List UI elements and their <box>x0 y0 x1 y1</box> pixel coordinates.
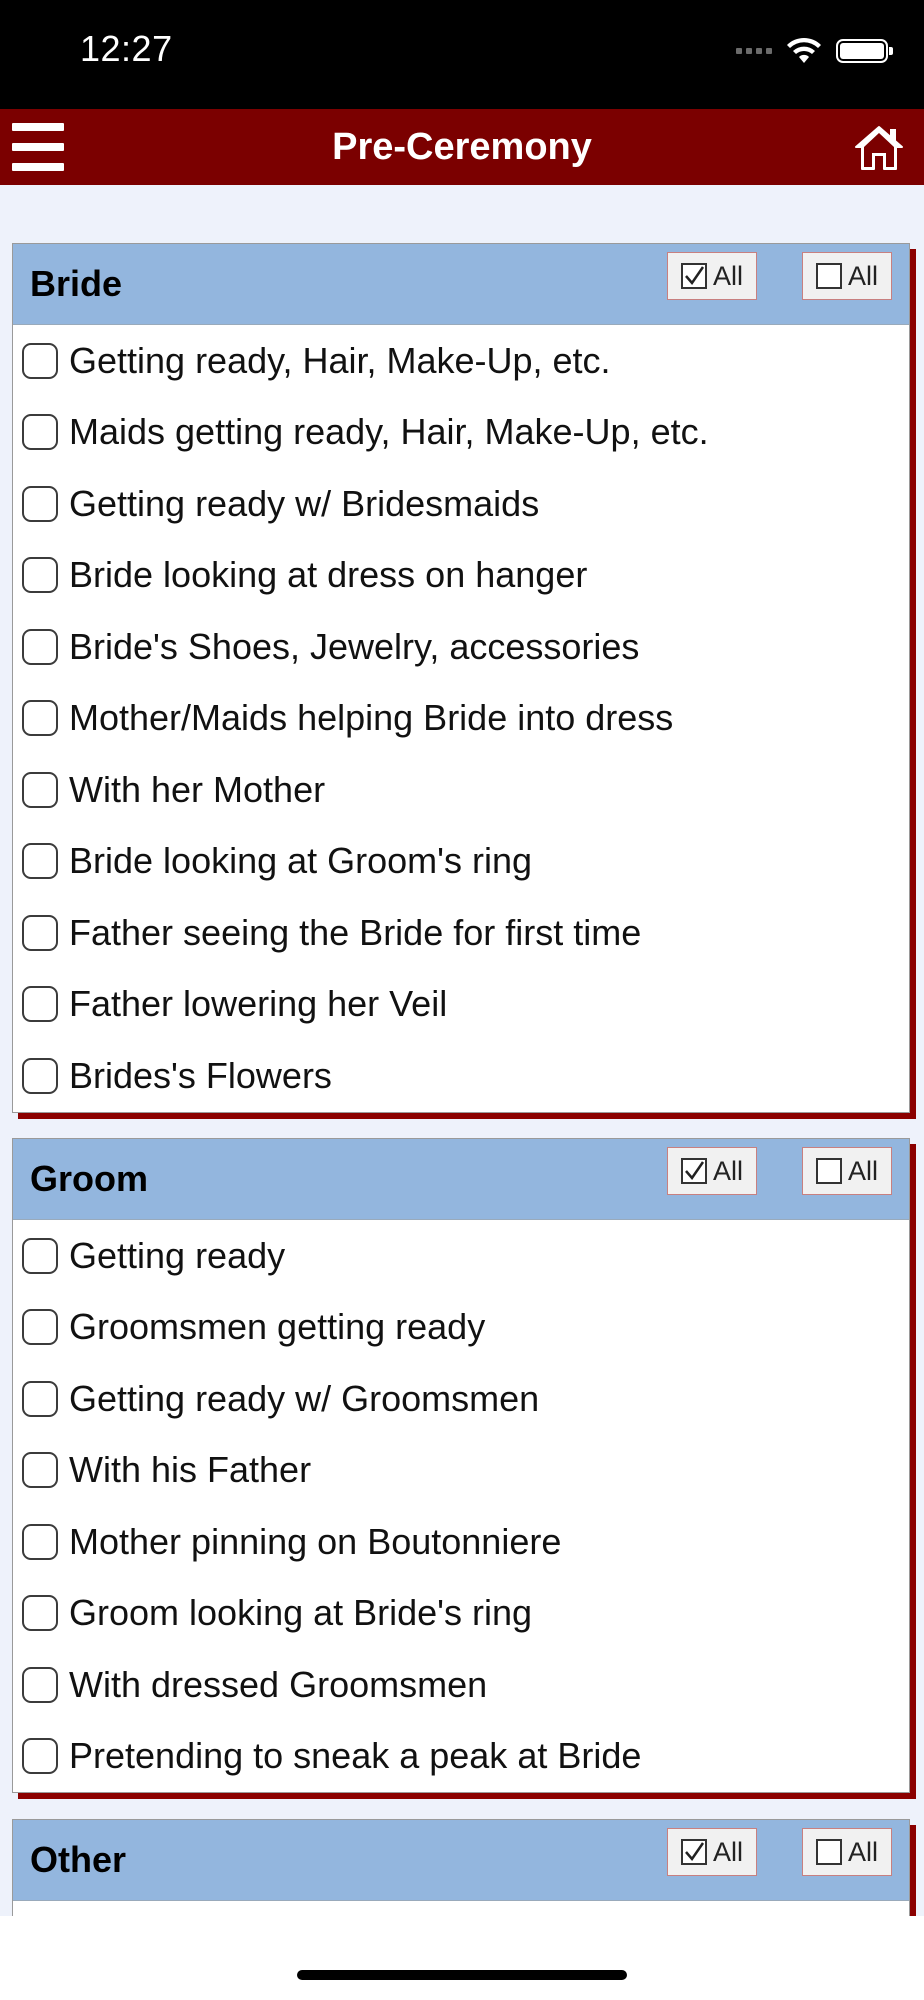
checkbox[interactable] <box>22 342 58 379</box>
item-label: Maids getting ready, Hair, Make-Up, etc. <box>69 411 709 453</box>
item-label: Bride's Shoes, Jewelry, accessories <box>69 625 640 667</box>
home-icon[interactable] <box>852 123 906 173</box>
checked-box-icon <box>680 263 707 289</box>
section-other: Other All All <box>12 1819 910 1916</box>
list-item[interactable]: With her Mother <box>13 754 909 826</box>
checkbox[interactable] <box>22 1380 58 1417</box>
checkbox[interactable] <box>22 485 58 522</box>
status-time: 12:27 <box>80 28 173 69</box>
checklist: Getting ready Groomsmen getting ready Ge… <box>13 1220 909 1792</box>
item-label: Bride looking at Groom's ring <box>69 840 533 882</box>
list-item[interactable]: Maids getting ready, Hair, Make-Up, etc. <box>13 397 909 469</box>
checkbox[interactable] <box>22 1452 58 1489</box>
list-item[interactable]: Getting ready w/ Groomsmen <box>13 1363 909 1435</box>
item-label: With her Mother <box>69 768 326 810</box>
list-item[interactable]: With his Father <box>13 1435 909 1507</box>
nav-bar: Pre-Ceremony <box>0 109 924 185</box>
checkbox[interactable] <box>22 1738 58 1775</box>
checked-box-icon <box>680 1839 707 1865</box>
cellular-signal-icon <box>736 48 772 54</box>
section-title: Other <box>30 1839 127 1880</box>
checkbox[interactable] <box>22 700 58 737</box>
list-item[interactable]: Pretending to sneak a peak at Bride <box>13 1721 909 1793</box>
checkbox[interactable] <box>22 1309 58 1346</box>
uncheck-all-button[interactable]: All <box>802 1147 892 1195</box>
list-item[interactable]: Bride looking at dress on hanger <box>13 540 909 612</box>
item-label: With his Father <box>69 1449 312 1491</box>
home-indicator[interactable] <box>297 1970 627 1980</box>
checkbox[interactable] <box>22 1666 58 1703</box>
list-item[interactable]: Father lowering her Veil <box>13 969 909 1041</box>
checked-box-icon <box>680 1158 707 1184</box>
item-label: Getting ready <box>69 1234 286 1276</box>
item-label: With dressed Groomsmen <box>69 1663 488 1705</box>
list-item[interactable]: Getting ready <box>13 1220 909 1292</box>
item-label: Groom looking at Bride's ring <box>69 1592 533 1634</box>
section-header: Other All All <box>13 1820 909 1901</box>
list-item[interactable]: Groomsmen getting ready <box>13 1292 909 1364</box>
status-bar: 12:27 <box>0 0 924 109</box>
list-item[interactable]: Bride's Shoes, Jewelry, accessories <box>13 611 909 683</box>
status-icons <box>736 34 893 68</box>
list-item[interactable]: Mother pinning on Boutonniere <box>13 1506 909 1578</box>
checklist-content[interactable]: Bride All All Getting ready, Hair, Make-… <box>0 185 924 1916</box>
checkbox[interactable] <box>22 414 58 451</box>
item-label: Bride looking at dress on hanger <box>69 554 588 596</box>
checkbox[interactable] <box>22 1057 58 1094</box>
checklist: Getting ready, Hair, Make-Up, etc. Maids… <box>13 325 909 1112</box>
item-label: Father seeing the Bride for first time <box>69 911 642 953</box>
section-header: Bride All All <box>13 244 909 325</box>
list-item[interactable]: Brides's Flowers <box>13 1040 909 1112</box>
check-all-button[interactable]: All <box>667 1828 757 1876</box>
checkbox[interactable] <box>22 771 58 808</box>
checkbox[interactable] <box>22 986 58 1023</box>
list-item[interactable]: Getting ready w/ Bridesmaids <box>13 468 909 540</box>
list-item[interactable]: With dressed Groomsmen <box>13 1649 909 1721</box>
section-groom: Groom All All Getting ready Groomsmen ge… <box>12 1138 910 1793</box>
item-label: Pretending to sneak a peak at Bride <box>69 1735 642 1777</box>
item-label: Mother pinning on Boutonniere <box>69 1520 562 1562</box>
checkbox[interactable] <box>22 557 58 594</box>
section-title: Bride <box>30 263 123 304</box>
section-bride: Bride All All Getting ready, Hair, Make-… <box>12 243 910 1113</box>
empty-box-icon <box>815 1839 842 1865</box>
checkbox[interactable] <box>22 843 58 880</box>
list-item[interactable]: Mother/Maids helping Bride into dress <box>13 683 909 755</box>
check-all-button[interactable]: All <box>667 252 757 300</box>
uncheck-all-button[interactable]: All <box>802 1828 892 1876</box>
empty-box-icon <box>815 263 842 289</box>
item-label: Brides's Flowers <box>69 1054 332 1096</box>
wifi-icon <box>787 37 821 63</box>
battery-icon <box>836 39 893 63</box>
empty-box-icon <box>815 1158 842 1184</box>
item-label: Getting ready w/ Groomsmen <box>69 1377 540 1419</box>
item-label: Father lowering her Veil <box>69 983 448 1025</box>
list-item[interactable]: Father seeing the Bride for first time <box>13 897 909 969</box>
check-all-button[interactable]: All <box>667 1147 757 1195</box>
section-title: Groom <box>30 1158 149 1199</box>
item-label: Getting ready w/ Bridesmaids <box>69 482 540 524</box>
checkbox[interactable] <box>22 914 58 951</box>
item-label: Mother/Maids helping Bride into dress <box>69 697 674 739</box>
page-title: Pre-Ceremony <box>332 126 592 168</box>
list-item[interactable]: Bride looking at Groom's ring <box>13 826 909 898</box>
list-item[interactable]: Getting ready, Hair, Make-Up, etc. <box>13 325 909 397</box>
checkbox[interactable] <box>22 628 58 665</box>
uncheck-all-button[interactable]: All <box>802 252 892 300</box>
checkbox[interactable] <box>22 1595 58 1632</box>
list-item[interactable]: Groom looking at Bride's ring <box>13 1578 909 1650</box>
bottom-safe-area <box>0 1916 924 2000</box>
item-label: Getting ready, Hair, Make-Up, etc. <box>69 339 611 381</box>
item-label: Groomsmen getting ready <box>69 1306 486 1348</box>
section-header: Groom All All <box>13 1139 909 1220</box>
checkbox[interactable] <box>22 1237 58 1274</box>
checkbox[interactable] <box>22 1523 58 1560</box>
